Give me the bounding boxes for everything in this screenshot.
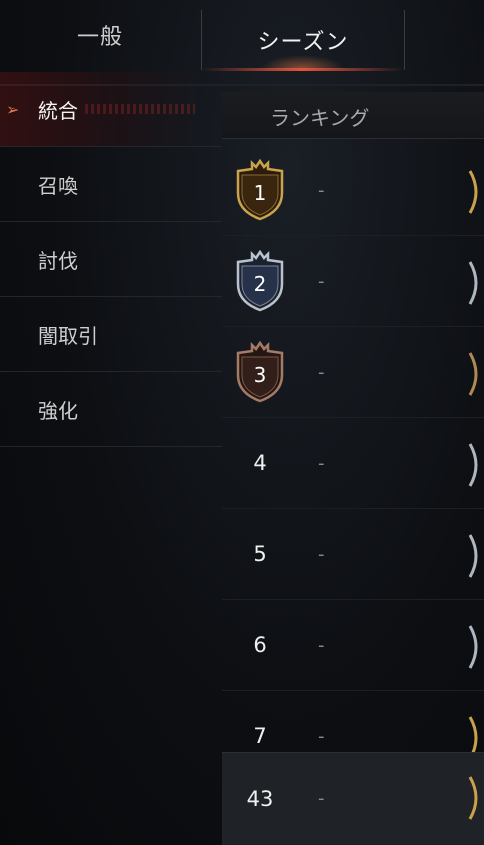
tab-general[interactable]: 一般 <box>0 0 200 70</box>
sidebar-item-label: 闇取引 <box>38 323 98 348</box>
rank-value: - <box>318 179 325 201</box>
silver-emblem-icon <box>468 625 478 669</box>
ranking-row[interactable]: 5 - <box>222 509 484 600</box>
ranking-row[interactable]: 2 - <box>222 236 484 327</box>
rank-value: - <box>318 788 325 809</box>
active-arrow-icon: ➢ <box>6 99 20 119</box>
ranking-header-label: ランキング <box>270 106 370 130</box>
rank-number: 43 <box>246 786 274 811</box>
rank-number: 3 <box>253 363 267 387</box>
gold-emblem-icon <box>468 170 478 214</box>
top-tabs: 一般 シーズン <box>0 0 484 86</box>
tab-active-underline <box>201 68 403 71</box>
silver-emblem-icon <box>468 534 478 578</box>
sidebar-item-integrated[interactable]: ➢ 統合 <box>0 72 222 147</box>
category-sidebar: ➢ 統合 召喚 討伐 闇取引 強化 <box>0 72 222 452</box>
sidebar-item-summon[interactable]: 召喚 <box>0 147 222 222</box>
ranking-header: ランキング <box>222 92 484 139</box>
rank-value: - <box>318 634 325 656</box>
sidebar-item-label: 討伐 <box>38 248 78 273</box>
ranking-screen: 一般 シーズン ➢ 統合 召喚 討伐 闇取引 強化 ランキング 1 - 2 - … <box>0 0 484 845</box>
rank-value: - <box>318 270 325 292</box>
rank-number: 5 <box>253 542 267 566</box>
rank-number: 4 <box>253 451 267 475</box>
rank-value: - <box>318 361 325 383</box>
rank-number: 2 <box>253 272 267 296</box>
sidebar-item-black-market[interactable]: 闇取引 <box>0 297 222 372</box>
sidebar-item-label: 統合 <box>38 98 78 123</box>
gold-emblem-icon <box>468 776 478 820</box>
bronze-emblem-icon <box>468 352 478 396</box>
ranking-row[interactable]: 7 - <box>222 691 484 760</box>
tab-active-glow <box>260 55 344 69</box>
sidebar-item-subjugation[interactable]: 討伐 <box>0 222 222 297</box>
rank-number: 6 <box>253 633 267 657</box>
sidebar-item-label: 強化 <box>38 398 78 423</box>
active-ornament <box>85 104 195 114</box>
ranking-row[interactable]: 1 - <box>222 145 484 236</box>
rank-value: - <box>318 452 325 474</box>
rank-value: - <box>318 543 325 565</box>
sidebar-item-enhance[interactable]: 強化 <box>0 372 222 447</box>
ranking-row[interactable]: 3 - <box>222 327 484 418</box>
my-ranking-row[interactable]: 43 - <box>222 752 484 845</box>
silver-emblem-icon <box>468 443 478 487</box>
silver-emblem-icon <box>468 261 478 305</box>
ranking-row[interactable]: 4 - <box>222 418 484 509</box>
ranking-row[interactable]: 6 - <box>222 600 484 691</box>
rank-number: 1 <box>253 181 267 205</box>
sidebar-item-label: 召喚 <box>38 173 78 198</box>
